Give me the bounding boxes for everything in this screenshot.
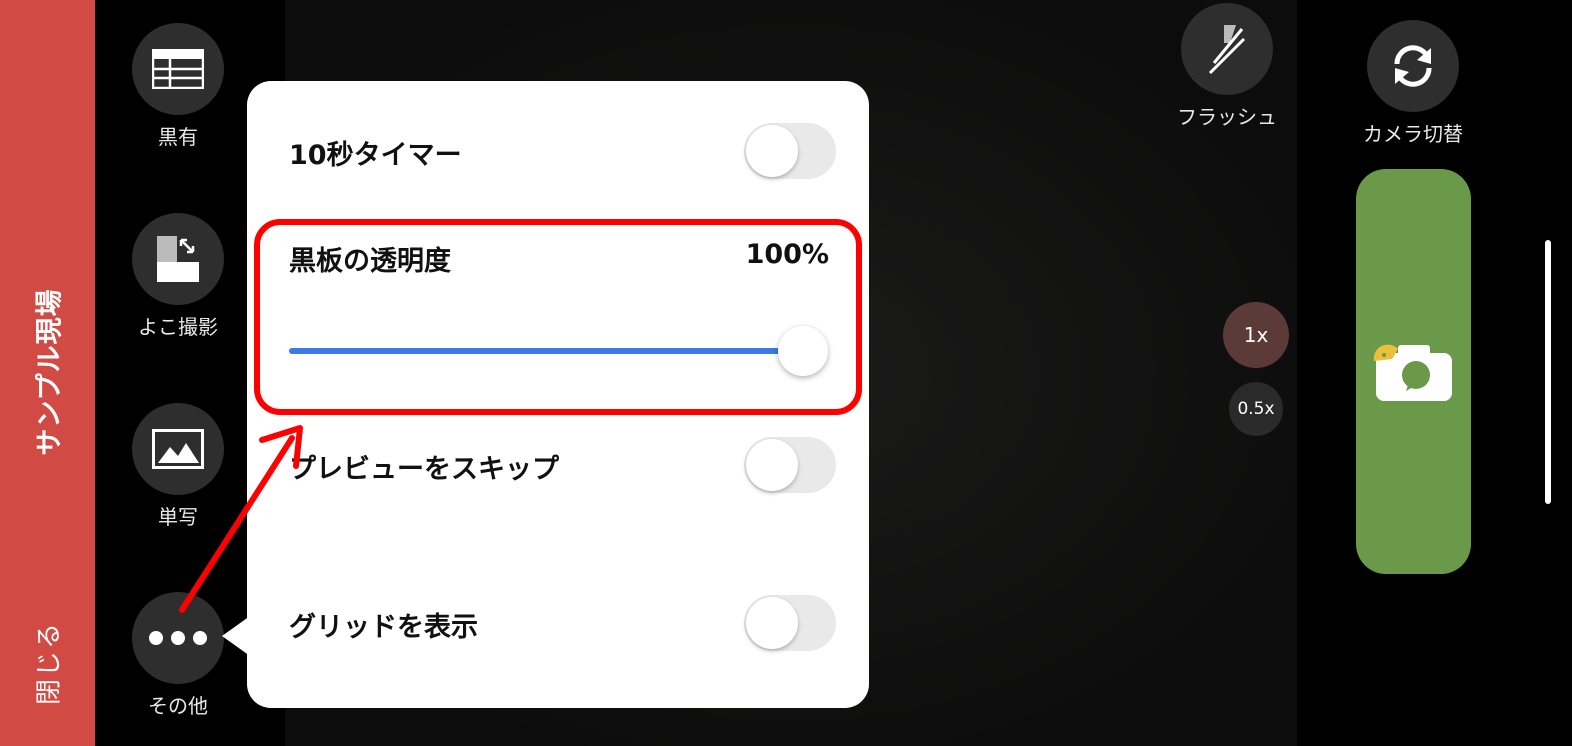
zoom-1x-button[interactable]: 1x [1223, 302, 1289, 368]
zoom-05x-button[interactable]: 0.5x [1229, 382, 1283, 436]
camera-switch-icon [1394, 45, 1432, 87]
scroll-indicator [1545, 240, 1551, 504]
camera-icon [1373, 344, 1452, 401]
flash-icon [1208, 25, 1246, 75]
camera-switch-label: カメラ切替 [1363, 122, 1463, 146]
flash-button[interactable] [1181, 3, 1273, 95]
shutter-button[interactable] [1356, 169, 1471, 574]
camera-switch-button[interactable] [1367, 20, 1459, 112]
flash-label: フラッシュ [1177, 105, 1277, 129]
